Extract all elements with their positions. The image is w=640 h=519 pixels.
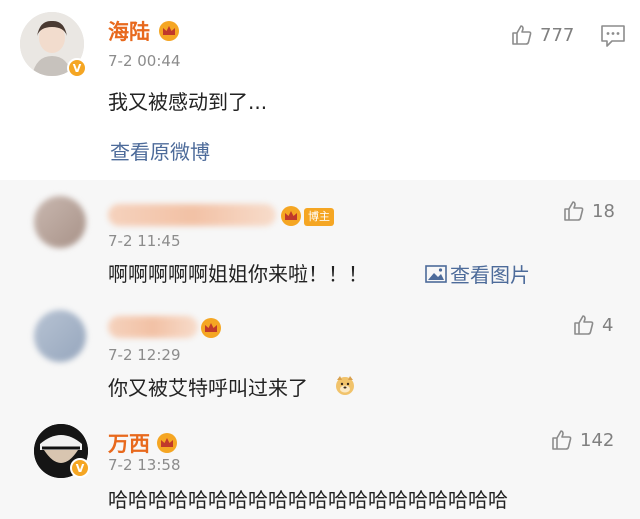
crown-icon <box>281 206 301 226</box>
main-post-like-button[interactable]: 777 <box>510 23 574 47</box>
comment-1-text: 啊啊啊啊啊姐姐你来啦！！！ <box>108 262 368 286</box>
thumbs-up-icon <box>552 430 572 450</box>
comment-1-timestamp: 7-2 11:45 <box>108 232 181 250</box>
verified-badge-icon: V <box>67 58 87 78</box>
crown-icon <box>159 21 179 41</box>
comment-1-username-blurred[interactable] <box>108 204 276 226</box>
main-post-username[interactable]: 海陆 <box>108 16 150 46</box>
comment-1-like-button[interactable]: 18 <box>562 199 615 223</box>
main-post-text: 我又被感动到了... <box>108 90 268 114</box>
thumbs-up-icon <box>564 201 584 221</box>
thumbs-up-icon <box>574 315 594 335</box>
verified-badge-icon: V <box>70 458 90 478</box>
comments-section <box>0 180 640 519</box>
blogger-badge: 博主 <box>304 208 334 226</box>
comment-1-avatar[interactable] <box>34 196 86 248</box>
comment-3-like-button[interactable]: 142 <box>550 428 614 452</box>
thumbs-up-icon <box>512 25 532 45</box>
crown-icon <box>201 318 221 338</box>
comment-3-like-count: 142 <box>580 429 615 451</box>
view-picture-label: 查看图片 <box>450 263 530 287</box>
comment-3-text: 哈哈哈哈哈哈哈哈哈哈哈哈哈哈哈哈哈哈哈哈 <box>108 488 508 512</box>
comment-1-like-count: 18 <box>592 200 615 222</box>
view-original-post-link[interactable]: 查看原微博 <box>110 136 210 165</box>
picture-icon <box>425 264 447 283</box>
view-picture-link[interactable]: 查看图片 <box>425 259 530 288</box>
crown-icon <box>157 433 177 453</box>
main-post-timestamp: 7-2 00:44 <box>108 52 181 70</box>
comment-2-like-button[interactable]: 4 <box>572 313 613 337</box>
comment-3-username[interactable]: 万西 <box>108 428 150 458</box>
doge-emoji-icon <box>336 376 354 395</box>
comment-2-username-blurred[interactable] <box>108 316 198 338</box>
comment-2-text: 你又被艾特呼叫过来了 <box>108 376 308 400</box>
comment-2-avatar[interactable] <box>34 310 86 362</box>
comment-3-timestamp: 7-2 13:58 <box>108 456 181 474</box>
comment-2-like-count: 4 <box>602 314 614 336</box>
comment-2-timestamp: 7-2 12:29 <box>108 346 181 364</box>
main-post-like-count: 777 <box>540 24 575 46</box>
comment-icon[interactable] <box>600 24 626 48</box>
